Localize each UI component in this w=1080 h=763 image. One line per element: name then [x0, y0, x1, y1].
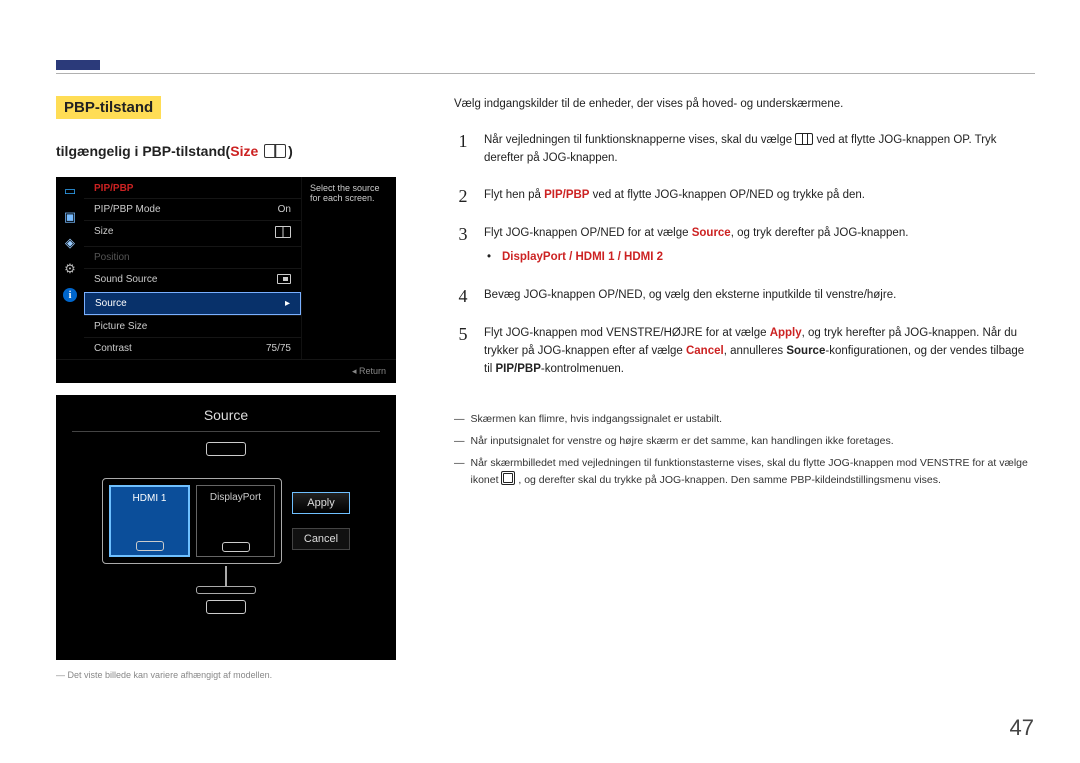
- displayport-icon: [222, 542, 250, 552]
- cancel-button: Cancel: [292, 528, 350, 550]
- osd-source-title: Source: [72, 407, 380, 432]
- step-number: 1: [454, 132, 472, 168]
- osd-menu-screenshot: ▭ ▣ ◈ ⚙ i PIP/PBP PIP/PBP Mode On Size P…: [56, 177, 396, 383]
- osd-row-label: Contrast: [94, 343, 132, 354]
- step-number: 4: [454, 287, 472, 305]
- osd-return-label: Return: [359, 366, 386, 376]
- step-keyword: PIP/PBP: [496, 363, 541, 375]
- osd-row-picture-size: Picture Size: [84, 315, 301, 337]
- picture-icon: ▣: [62, 209, 78, 225]
- source-cycle-icon: [501, 471, 515, 485]
- intro-text: Vælg indgangskilder til de enheder, der …: [454, 96, 1034, 114]
- step-number: 3: [454, 225, 472, 267]
- osd-row-mode: PIP/PBP Mode On: [84, 198, 301, 220]
- step-5: 5 Flyt JOG-knappen mod VENSTRE/HØJRE for…: [454, 315, 1034, 388]
- step-keyword: PIP/PBP: [544, 189, 589, 201]
- steps-list: 1 Når vejledningen til funktionsknappern…: [454, 122, 1034, 389]
- image-disclaimer: Det viste billede kan variere afhængigt …: [56, 670, 406, 680]
- step-1: 1 Når vejledningen til funktionsknappern…: [454, 122, 1034, 178]
- osd-row-label: Source: [95, 298, 127, 309]
- footnote-text: Når inputsignalet for venstre og højre s…: [471, 433, 894, 449]
- step-4: 4 Bevæg JOG-knappen OP/NED, og vælg den …: [454, 277, 1034, 315]
- step-2: 2 Flyt hen på PIP/PBP ved at flytte JOG-…: [454, 177, 1034, 215]
- split-icon: [275, 226, 291, 238]
- left-column: PBP-tilstand tilgængelig i PBP-tilstand(…: [56, 96, 406, 680]
- bullet-icon: •: [484, 249, 494, 267]
- source-pane-label: DisplayPort: [210, 492, 261, 503]
- page-number: 47: [1010, 715, 1034, 741]
- subhead-size-label: Size: [230, 143, 258, 159]
- step-keyword: Source: [692, 227, 731, 239]
- osd-row-source-selected: Source ▸: [84, 292, 301, 315]
- right-column: Vælg indgangskilder til de enheder, der …: [454, 96, 1034, 495]
- subhead-suffix: ): [288, 143, 293, 159]
- osd-row-label: Position: [94, 252, 130, 263]
- footnote-text: Skærmen kan flimre, hvis indgangssignale…: [471, 411, 723, 427]
- osd-row-value: 75/75: [266, 343, 291, 354]
- step-text: , annulleres: [724, 345, 787, 357]
- source-pane-label: HDMI 1: [133, 493, 167, 504]
- osd-source-screenshot: Source HDMI 1 DisplayPort Apply Cancel: [56, 395, 396, 660]
- chevron-right-icon: ▸: [285, 298, 290, 309]
- apply-button: Apply: [292, 492, 350, 514]
- osd-row-value: On: [278, 204, 291, 215]
- footnotes: Skærmen kan flimre, hvis indgangssignale…: [454, 411, 1034, 489]
- osd-row-position: Position: [84, 246, 301, 268]
- osd-help-text: Select the source for each screen.: [301, 177, 396, 359]
- accent-bar: [56, 60, 100, 70]
- osd-row-label: Picture Size: [94, 321, 147, 332]
- monitor-frame-icon: HDMI 1 DisplayPort: [102, 478, 282, 564]
- step-text: ved at flytte JOG-knappen OP/NED og tryk…: [589, 189, 865, 201]
- info-icon: i: [63, 288, 77, 302]
- section-title: PBP-tilstand: [56, 96, 161, 119]
- footnote-text: , og derefter skal du trykke på JOG-knap…: [518, 474, 941, 486]
- pbp-split-icon: [264, 144, 286, 158]
- step-keyword: Cancel: [686, 345, 724, 357]
- hdmi-port-icon: [206, 600, 246, 614]
- hdmi-port-icon: [206, 442, 246, 456]
- step-keyword: Apply: [770, 327, 802, 339]
- input-options-list: DisplayPort / HDMI 1 / HDMI 2: [502, 249, 663, 267]
- osd-icon-bar: ▭ ▣ ◈ ⚙ i: [56, 177, 84, 359]
- step-text: Når vejledningen til funktionsknapperne …: [484, 134, 795, 146]
- osd-row-size: Size: [84, 220, 301, 246]
- hdmi-port-icon: [136, 541, 164, 551]
- osd-row-contrast: Contrast 75/75: [84, 337, 301, 359]
- step-number: 5: [454, 325, 472, 378]
- step-text: Flyt hen på: [484, 189, 544, 201]
- gear-icon: ⚙: [62, 261, 78, 277]
- step-text: -kontrolmenuen.: [541, 363, 624, 375]
- step-number: 2: [454, 187, 472, 205]
- osd-menu-title: PIP/PBP: [84, 177, 301, 198]
- sub-heading: tilgængelig i PBP-tilstand(Size ): [56, 143, 406, 159]
- pip-icon: [277, 274, 291, 284]
- step-text: Flyt JOG-knappen mod VENSTRE/HØJRE for a…: [484, 327, 770, 339]
- osd-row-label: PIP/PBP Mode: [94, 204, 161, 215]
- target-icon: ◈: [62, 235, 78, 251]
- osd-return: ◂ Return: [56, 359, 396, 383]
- osd-row-sound: Sound Source: [84, 268, 301, 292]
- monitor-stand-icon: [72, 566, 380, 594]
- osd-menu-list: PIP/PBP PIP/PBP Mode On Size Position So…: [84, 177, 301, 359]
- osd-row-label: Sound Source: [94, 274, 157, 287]
- menu-grid-icon: [795, 133, 813, 145]
- source-pane-right: DisplayPort: [196, 485, 275, 557]
- horizontal-rule: [56, 73, 1035, 74]
- subhead-prefix: tilgængelig i PBP-tilstand(: [56, 143, 230, 159]
- step-text: , og tryk derefter på JOG-knappen.: [731, 227, 909, 239]
- step-text: Bevæg JOG-knappen OP/NED, og vælg den ek…: [484, 287, 1034, 305]
- osd-row-label: Size: [94, 226, 113, 241]
- monitor-icon: ▭: [62, 183, 78, 199]
- step-keyword: Source: [786, 345, 825, 357]
- step-3: 3 Flyt JOG-knappen OP/NED for at vælge S…: [454, 215, 1034, 277]
- source-pane-left: HDMI 1: [109, 485, 190, 557]
- step-text: Flyt JOG-knappen OP/NED for at vælge: [484, 227, 692, 239]
